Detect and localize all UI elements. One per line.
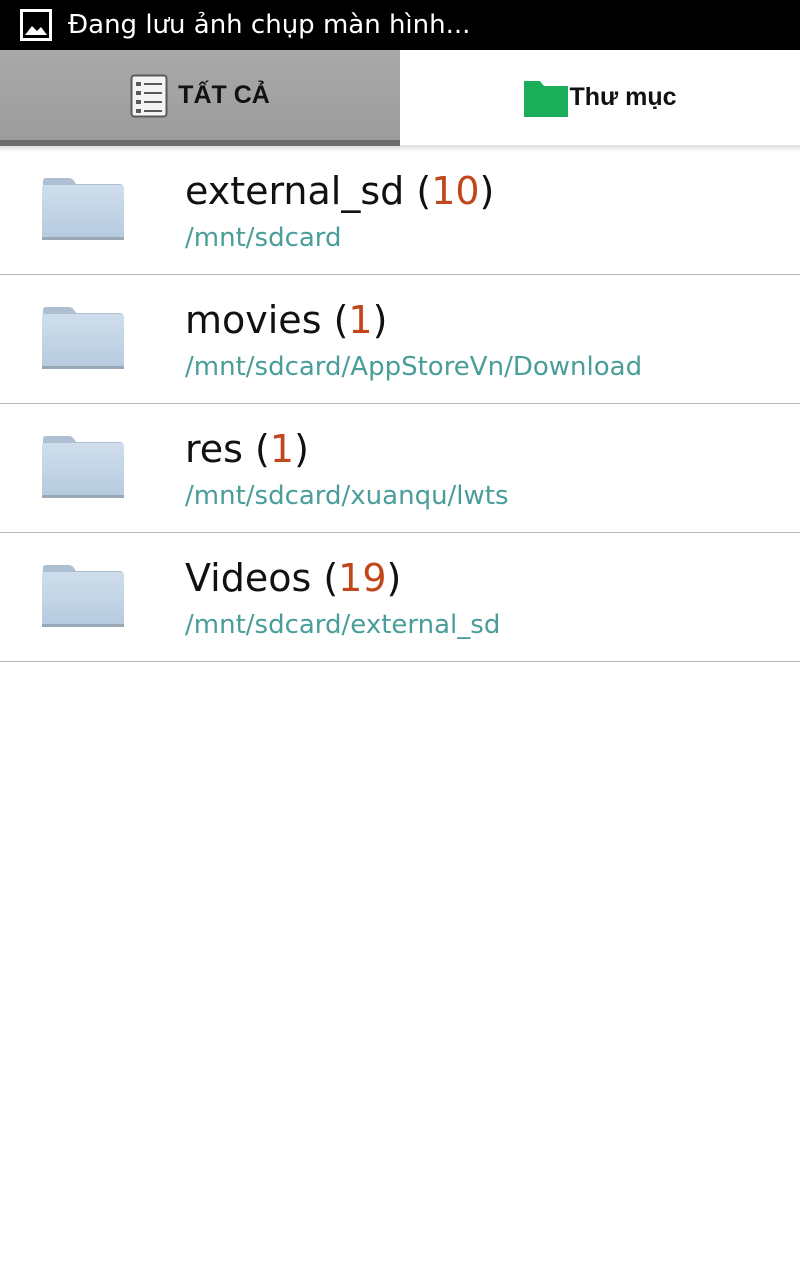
folder-count: 19 [338,556,387,600]
folder-row-external-sd[interactable]: external_sd (10) /mnt/sdcard [0,146,800,275]
image-icon [20,9,52,41]
folder-list: external_sd (10) /mnt/sdcard movies (1) … [0,146,800,662]
folder-row-videos[interactable]: Videos (19) /mnt/sdcard/external_sd [0,533,800,662]
folder-count: 10 [431,169,480,213]
tab-folders[interactable]: Thư mục [400,50,800,146]
folder-name: movies [185,298,322,342]
status-notification-text: Đang lưu ảnh chụp màn hình... [68,10,471,40]
folder-path: /mnt/sdcard/external_sd [185,610,501,640]
folder-row-movies[interactable]: movies (1) /mnt/sdcard/AppStoreVn/Downlo… [0,275,800,404]
folder-path: /mnt/sdcard [185,223,342,253]
tab-bar: TẤT CẢ Thư mục [0,50,800,146]
folder-row-res[interactable]: res (1) /mnt/sdcard/xuanqu/lwts [0,404,800,533]
folder-path: /mnt/sdcard/AppStoreVn/Download [185,352,643,382]
folder-name: Videos [185,556,312,600]
status-bar: Đang lưu ảnh chụp màn hình... [0,0,800,50]
tab-all[interactable]: TẤT CẢ [0,50,400,146]
folder-name: res [185,427,243,471]
tab-folders-label: Thư mục [569,83,677,111]
folder-name: external_sd [185,169,405,213]
folder-icon [42,307,124,369]
folder-count: 1 [269,427,295,471]
tab-all-label: TẤT CẢ [178,80,270,109]
folder-icon [42,178,124,240]
folder-title: res (1) [185,427,309,471]
folder-path: /mnt/sdcard/xuanqu/lwts [185,481,509,511]
folder-title: movies (1) [185,298,388,342]
folder-title: Videos (19) [185,556,402,600]
folder-icon [42,436,124,498]
folder-title: external_sd (10) [185,169,495,213]
folder-icon [523,80,568,117]
list-icon [130,74,168,118]
folder-icon [42,565,124,627]
folder-count: 1 [348,298,373,342]
